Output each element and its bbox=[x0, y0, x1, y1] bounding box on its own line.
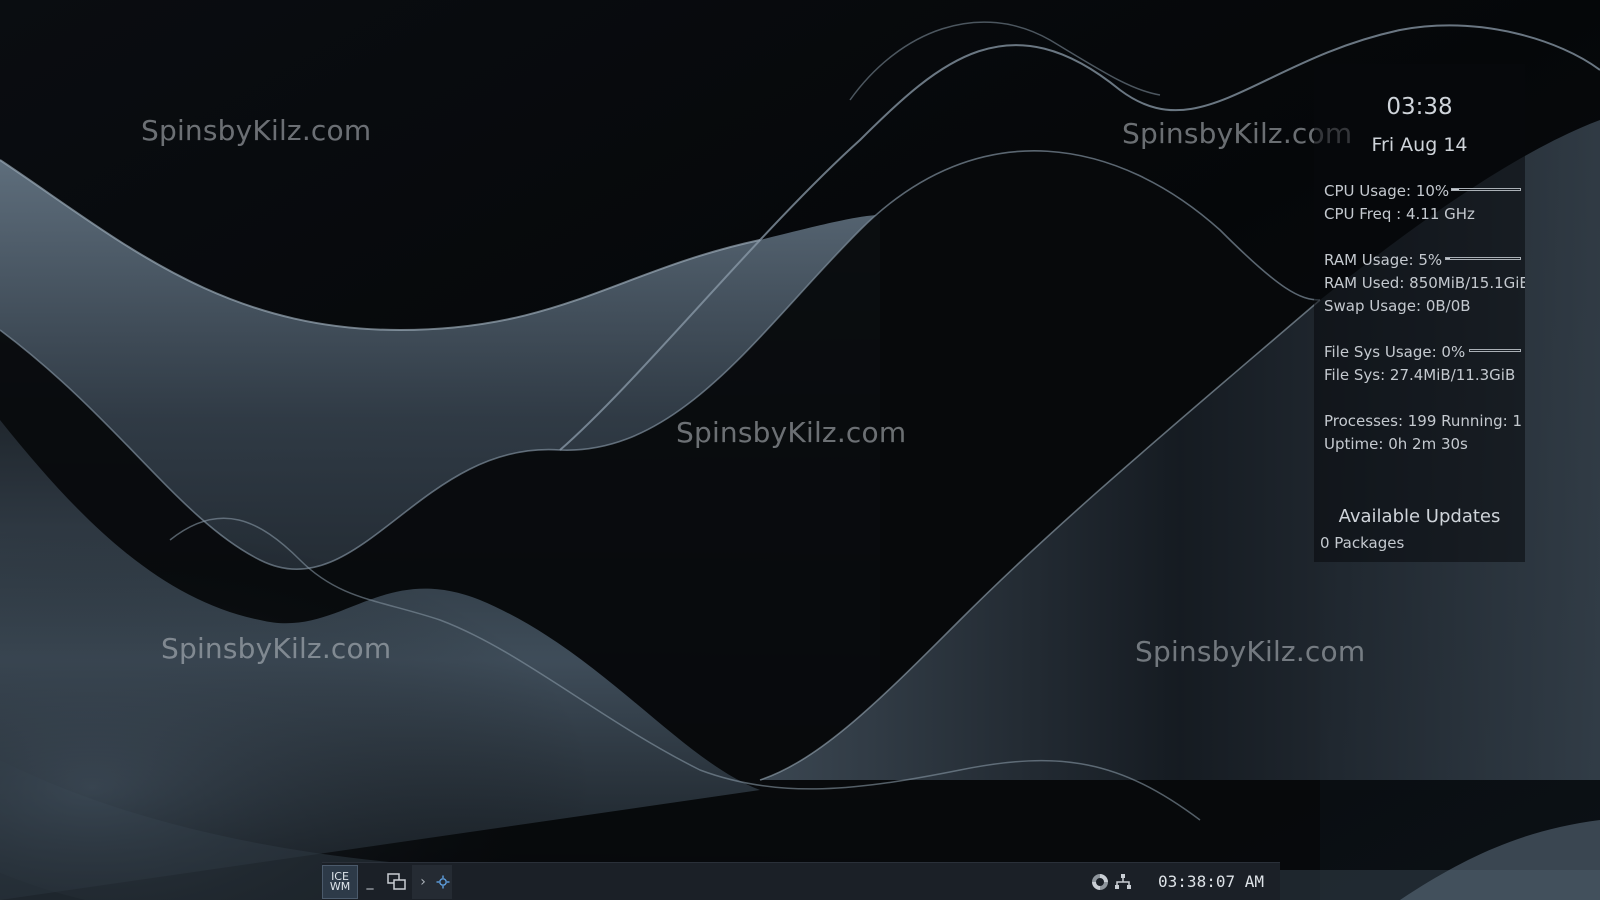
uptime-label: Uptime: 0h 2m 30s bbox=[1324, 435, 1468, 453]
widget-time: 03:38 bbox=[1386, 94, 1453, 120]
terminal-launch-button[interactable]: › bbox=[414, 869, 432, 895]
watermark-text: SpinsbyKilz.com bbox=[161, 632, 392, 665]
taskbar-clock[interactable]: 03:38:07 AM bbox=[1158, 863, 1264, 900]
watermark-text: SpinsbyKilz.com bbox=[676, 416, 907, 449]
filesys-usage-bar bbox=[1469, 349, 1521, 352]
cpu-freq-label: CPU Freq : 4.11 GHz bbox=[1324, 205, 1475, 223]
cpu-usage-bar bbox=[1451, 188, 1521, 191]
system-monitor-widget: 03:38 Fri Aug 14 CPU Usage: 10% CPU Freq… bbox=[1314, 64, 1525, 562]
cpu-usage-bar-fill bbox=[1452, 189, 1459, 190]
taskbar: ICE WM _ › 03:38:07 AM bbox=[322, 862, 1280, 900]
ram-usage-bar bbox=[1445, 257, 1521, 260]
update-swirl-icon[interactable] bbox=[1090, 872, 1110, 892]
ram-usage-bar-fill bbox=[1446, 258, 1450, 259]
watermark-text: SpinsbyKilz.com bbox=[1135, 635, 1366, 668]
filesys-usage-label: File Sys Usage: 0% bbox=[1324, 343, 1466, 361]
window-list-button[interactable] bbox=[382, 867, 412, 897]
network-icon[interactable] bbox=[1114, 873, 1132, 891]
cpu-usage-label: CPU Usage: 10% bbox=[1324, 182, 1450, 200]
widget-date: Fri Aug 14 bbox=[1371, 134, 1468, 156]
start-menu-button[interactable]: ICE WM bbox=[322, 865, 358, 899]
watermark-text: SpinsbyKilz.com bbox=[141, 114, 372, 147]
minimize-icon: _ bbox=[366, 874, 374, 890]
updates-title: Available Updates bbox=[1338, 506, 1501, 527]
processes-label: Processes: 199 Running: 1 bbox=[1324, 412, 1522, 430]
updates-count: 0 Packages bbox=[1320, 534, 1405, 552]
gear-icon bbox=[436, 875, 450, 889]
start-label-bottom: WM bbox=[329, 880, 351, 893]
icewm-logo-icon: ICE WM bbox=[329, 871, 351, 893]
ram-usage-label: RAM Usage: 5% bbox=[1324, 251, 1443, 269]
ram-used-label: RAM Used: 850MiB/15.1GiB bbox=[1324, 274, 1525, 292]
desktop[interactable]: SpinsbyKilz.com SpinsbyKilz.com SpinsbyK… bbox=[0, 0, 1600, 900]
show-desktop-button[interactable]: _ bbox=[360, 867, 380, 897]
settings-launch-button[interactable] bbox=[434, 869, 452, 895]
filesys-label: File Sys: 27.4MiB/11.3GiB bbox=[1324, 366, 1516, 384]
swap-usage-label: Swap Usage: 0B/0B bbox=[1324, 297, 1471, 315]
terminal-icon: › bbox=[420, 874, 426, 890]
window-list-icon bbox=[387, 873, 406, 890]
